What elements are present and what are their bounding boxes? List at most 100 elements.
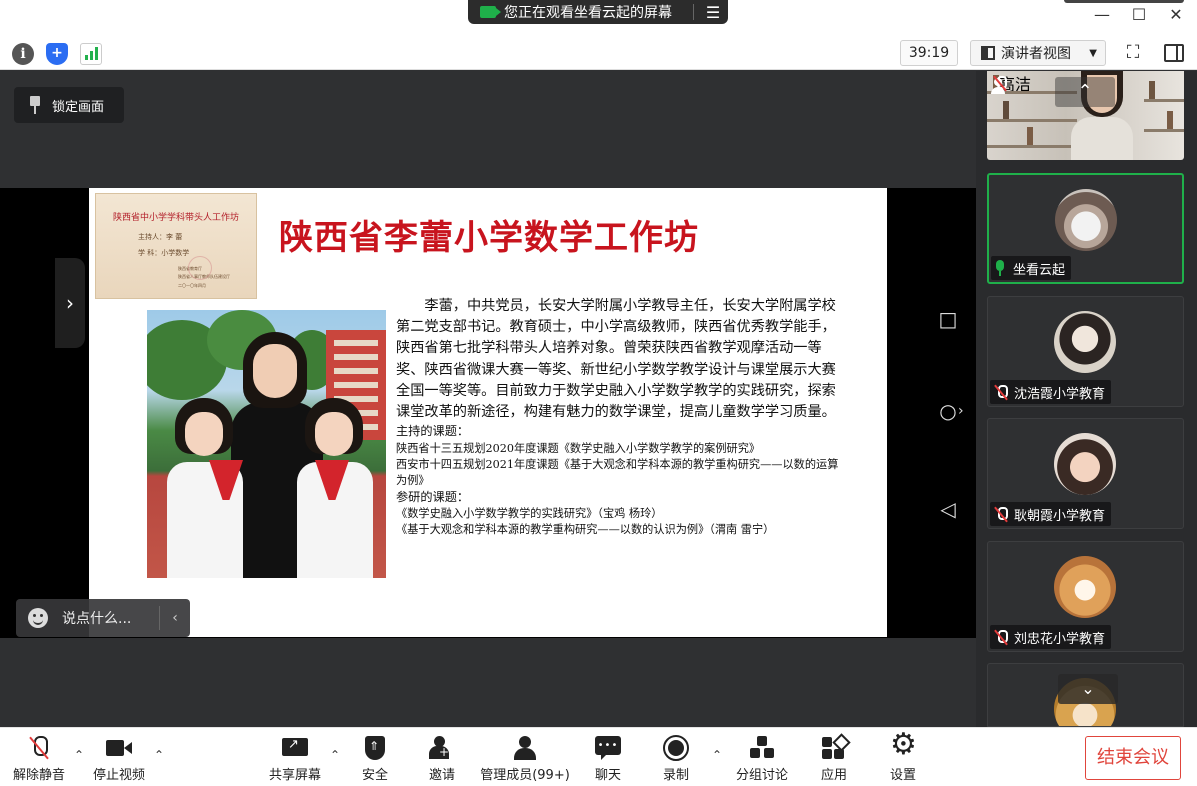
maximize-button[interactable]: ☐ <box>1127 4 1151 26</box>
participant-tile-sharer[interactable]: 坐看云起 <box>987 173 1184 284</box>
manage-members-label: 管理成员(99+) <box>480 768 570 783</box>
mic-icon <box>995 260 1005 276</box>
manage-members-button[interactable]: 管理成员(99+) <box>480 736 570 783</box>
avatar <box>1054 311 1116 373</box>
shared-screen-area: 锁定画面 › 陕西省中小学学科带头人工作坊 主持人：李 蕾 学 科：小学数学 陕… <box>0 71 976 727</box>
divider <box>693 4 694 20</box>
certificate-date: 二〇一〇年四月 <box>178 283 206 288</box>
unmute-button[interactable]: 解除静音 <box>10 736 68 783</box>
share-screen-icon <box>282 736 308 760</box>
close-button[interactable]: ✕ <box>1164 4 1188 26</box>
minimize-button[interactable]: — <box>1090 4 1114 26</box>
chevron-down-icon: ▼ <box>1089 47 1097 59</box>
invite-label: 邀请 <box>428 768 455 783</box>
participant-label: 刘忠花小学教育 <box>990 625 1112 649</box>
mic-muted-icon <box>994 629 1008 645</box>
teacher-students-photo <box>147 310 386 578</box>
circle-nav-icon: ○ <box>939 399 957 423</box>
research-topics-heading: 参研的课题： <box>396 489 470 504</box>
mic-muted-icon <box>26 736 52 760</box>
mic-muted-icon <box>994 384 1008 400</box>
share-options-caret[interactable]: ⌃ <box>328 748 342 762</box>
chat-placeholder[interactable]: 说点什么... <box>62 608 131 628</box>
invite-icon <box>429 736 455 760</box>
scroll-up-button[interactable]: ⌃ <box>1055 77 1115 107</box>
certificate-image: 陕西省中小学学科带头人工作坊 主持人：李 蕾 学 科：小学数学 陕西省教育厅 陕… <box>95 193 257 299</box>
participant-tile[interactable]: ⌄ <box>987 663 1184 727</box>
view-mode-select[interactable]: 演讲者视图 ▼ <box>970 40 1106 66</box>
research-topic-1: 《数学史融入小学数学教学的实践研究》（宝鸡 杨玲） <box>396 507 663 521</box>
video-options-caret[interactable]: ⌃ <box>152 748 166 762</box>
participant-label: 沈浩霞小学教育 <box>990 380 1112 404</box>
chevron-right-icon[interactable]: › <box>958 403 964 419</box>
participants-panel: ⌃ 高洁 坐看云起 沈浩霞小学教育 耿朝霞小学教育 刘忠花小学教育 ⌄ <box>976 71 1197 727</box>
certificate-host: 主持人：李 蕾 <box>138 233 183 241</box>
end-meeting-button[interactable]: 结束会议 <box>1085 736 1181 780</box>
fullscreen-icon[interactable]: ⛶ <box>1122 42 1144 64</box>
stop-video-button[interactable]: 停止视频 <box>90 736 148 783</box>
emoji-icon[interactable] <box>28 608 48 628</box>
camera-icon <box>106 736 132 760</box>
host-topic-2: 西安市十四五规划2021年度课题《基于大观念和学科本源的教学重构研究——以数的运… <box>396 457 839 487</box>
record-options-caret[interactable]: ⌃ <box>710 748 724 762</box>
apps-icon <box>821 736 847 760</box>
participant-tile-host[interactable]: ⌃ 高洁 <box>987 71 1184 160</box>
scroll-down-button[interactable]: ⌄ <box>1058 674 1118 704</box>
host-topics-heading: 主持的课题： <box>396 424 470 439</box>
info-icon[interactable]: i <box>12 43 34 65</box>
share-banner-text: 您正在观看坐看云起的屏幕 <box>504 5 672 21</box>
settings-label: 设置 <box>889 768 916 783</box>
audio-options-caret[interactable]: ⌃ <box>72 748 86 762</box>
invite-button[interactable]: 邀请 <box>422 736 462 783</box>
meeting-toolbar: i + 39:19 演讲者视图 ▼ ⛶ <box>0 36 1197 70</box>
stop-video-label: 停止视频 <box>92 768 145 783</box>
lock-view-button[interactable]: 锁定画面 <box>14 87 124 123</box>
participant-tile[interactable]: 沈浩霞小学教育 <box>987 296 1184 407</box>
participant-name: 坐看云起 <box>1013 262 1066 278</box>
toggle-sidebar-icon[interactable] <box>1164 44 1184 62</box>
window-drag-handle[interactable] <box>1064 0 1184 3</box>
security-button[interactable]: 安全 <box>355 736 395 783</box>
participant-tile[interactable]: 刘忠花小学教育 <box>987 541 1184 652</box>
share-screen-label: 共享屏幕 <box>268 768 321 783</box>
expand-arrow-button[interactable]: › <box>55 258 85 348</box>
screen-share-icon <box>480 6 501 18</box>
record-button[interactable]: 录制 <box>656 735 696 783</box>
speaker-view-icon <box>981 46 995 60</box>
slide-title: 陕西省李蕾小学数学工作坊 <box>279 218 699 258</box>
collapse-icon[interactable]: ‹ <box>160 610 190 626</box>
security-shield-icon <box>362 736 388 760</box>
apps-label: 应用 <box>820 768 847 783</box>
avatar <box>1055 189 1117 251</box>
chat-button[interactable]: 聊天 <box>588 736 628 783</box>
avatar <box>1054 556 1116 618</box>
meeting-window: 您正在观看坐看云起的屏幕 ☰ — ☐ ✕ i + 39:19 演讲者视图 ▼ ⛶… <box>0 0 1197 786</box>
record-label: 录制 <box>662 768 689 783</box>
members-icon <box>512 736 538 760</box>
menu-icon[interactable]: ☰ <box>702 3 724 22</box>
breakout-rooms-button[interactable]: 分组讨论 <box>734 736 790 783</box>
research-topic-2: 《基于大观念和学科本源的教学重构研究——以数的认识为例》（渭南 雷宁） <box>396 523 775 537</box>
security-label: 安全 <box>361 768 388 783</box>
share-screen-button[interactable]: 共享屏幕 <box>266 736 324 783</box>
network-signal-icon[interactable] <box>80 43 102 65</box>
participant-tile[interactable]: 耿朝霞小学教育 <box>987 418 1184 529</box>
lock-view-label: 锁定画面 <box>52 99 105 115</box>
seal-stamp <box>188 256 212 280</box>
chat-input[interactable]: 说点什么... ‹ <box>16 599 190 637</box>
apps-button[interactable]: 应用 <box>814 736 854 783</box>
presentation-slide: 陕西省中小学学科带头人工作坊 主持人：李 蕾 学 科：小学数学 陕西省教育厅 陕… <box>89 188 887 637</box>
meeting-timer: 39:19 <box>900 40 958 66</box>
slide-body: 李蕾，中共党员，长安大学附属小学教导主任，长安大学附属学校第二党支部书记。教育硕… <box>396 296 846 538</box>
certificate-subject: 学 科：小学数学 <box>138 249 190 257</box>
view-mode-label: 演讲者视图 <box>1001 46 1071 62</box>
shield-icon[interactable]: + <box>46 43 68 65</box>
screen-share-banner[interactable]: 您正在观看坐看云起的屏幕 ☰ <box>468 0 728 24</box>
square-nav-icon: □ <box>938 307 958 331</box>
chat-icon <box>595 736 621 760</box>
unmute-label: 解除静音 <box>12 768 65 783</box>
settings-button[interactable]: 设置 <box>883 730 923 783</box>
record-icon <box>663 735 689 761</box>
certificate-title: 陕西省中小学学科带头人工作坊 <box>112 213 239 223</box>
participant-label: 耿朝霞小学教育 <box>990 502 1112 526</box>
